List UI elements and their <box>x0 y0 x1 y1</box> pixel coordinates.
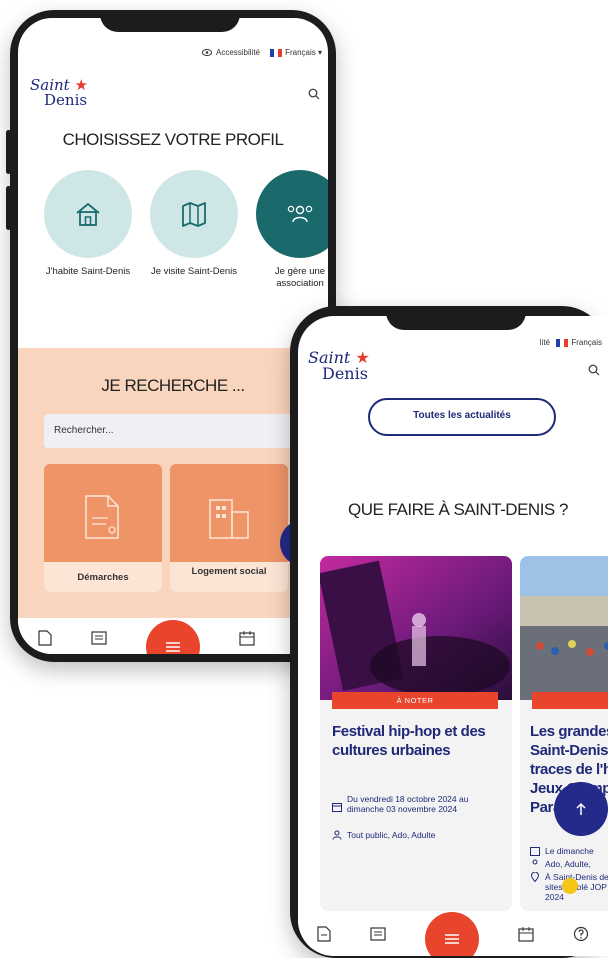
event-date-text: Du vendredi 18 octobre 2024 au dimanche … <box>347 794 469 814</box>
menu-icon <box>444 934 459 944</box>
french-flag-icon <box>556 338 569 347</box>
saint-denis-logo[interactable]: Saint ★ Denis <box>30 78 88 108</box>
language-selector[interactable]: Français <box>556 338 602 347</box>
event-date-text: Le dimanche <box>545 846 594 856</box>
tile-demarches[interactable]: Démarches <box>44 464 162 592</box>
map-icon <box>182 202 206 227</box>
event-photo <box>520 556 608 700</box>
menu-button[interactable] <box>145 620 200 654</box>
accessibility-link[interactable]: lité <box>540 338 550 347</box>
bottom-nav <box>298 912 608 956</box>
tile-logement-social[interactable]: Logement social <box>170 464 288 592</box>
arrow-up-icon <box>576 802 586 815</box>
help-icon[interactable] <box>573 926 589 942</box>
logo-line2: Denis <box>44 91 88 109</box>
profile-section-title: CHOISISSEZ VOTRE PROFIL <box>62 130 284 149</box>
phone-screen: lité Français Saint ★ Denis Toutes les a… <box>298 316 608 956</box>
eye-icon <box>201 49 212 56</box>
calendar-icon <box>530 847 540 856</box>
accessibility-link[interactable]: Accessibilité <box>201 48 260 57</box>
document-icon <box>85 495 119 539</box>
news-icon[interactable] <box>370 927 386 941</box>
group-icon <box>287 205 313 223</box>
event-audience: Ado, Adulte, <box>530 859 608 869</box>
search-input[interactable]: Rechercher... <box>44 414 314 448</box>
french-flag-icon <box>270 48 283 57</box>
profile-label: Je visite Saint-Denis <box>150 266 238 277</box>
phone-mockup-front: lité Français Saint ★ Denis Toutes les a… <box>290 306 608 958</box>
volume-button <box>6 130 11 174</box>
news-icon[interactable] <box>91 631 107 645</box>
tile-label: Démarches <box>44 562 162 592</box>
phone-screen: Accessibilité Français ▾ Saint ★ Denis C… <box>18 18 328 654</box>
house-icon <box>76 202 100 226</box>
event-audience-text: Tout public, Ado, Adulte <box>347 830 436 840</box>
calendar-icon[interactable] <box>518 926 534 942</box>
event-title[interactable]: Festival hip-hop et des cultures urbaine… <box>332 722 504 760</box>
menu-icon <box>165 642 180 652</box>
all-news-button[interactable]: Toutes les actualités <box>368 398 556 436</box>
document-icon[interactable] <box>37 630 52 646</box>
pin-icon <box>530 872 540 882</box>
event-date: Du vendredi 18 octobre 2024 au dimanche … <box>332 794 507 814</box>
profile-resident[interactable]: J'habite Saint-Denis <box>44 170 132 278</box>
event-audience: Tout public, Ado, Adulte <box>332 830 507 840</box>
calendar-icon <box>332 803 342 812</box>
search-icon[interactable] <box>588 364 600 376</box>
scroll-top-button[interactable] <box>554 782 608 836</box>
utility-bar: Accessibilité Français ▾ <box>18 44 328 64</box>
saint-denis-logo[interactable]: Saint ★ Denis <box>308 350 370 382</box>
phone-notch <box>386 306 526 330</box>
menu-button[interactable] <box>424 912 479 956</box>
search-section-title: JE RECHERCHE ... <box>101 376 245 395</box>
language-selector[interactable]: Français ▾ <box>270 48 322 57</box>
logo-line2: Denis <box>322 364 368 383</box>
event-tag <box>532 692 608 709</box>
cursor-dot <box>562 878 578 894</box>
event-card[interactable]: À NOTER Festival hip-hop et des cultures… <box>320 556 512 911</box>
event-tag: À NOTER <box>332 692 498 709</box>
bottom-nav <box>18 618 328 654</box>
building-icon <box>209 499 249 539</box>
document-icon[interactable] <box>317 926 331 942</box>
calendar-icon[interactable] <box>239 630 255 646</box>
profile-label: J'habite Saint-Denis <box>45 266 131 277</box>
volume-button <box>6 186 11 230</box>
phone-notch <box>100 10 240 32</box>
person-icon <box>332 830 342 840</box>
tile-label: Logement social <box>170 562 288 592</box>
event-card[interactable]: Les grandes Saint-Denis traces de l'h Je… <box>520 556 608 911</box>
search-placeholder: Rechercher... <box>54 425 114 436</box>
events-section-title: QUE FAIRE À SAINT-DENIS ? <box>348 500 568 519</box>
language-label: Français ▾ <box>285 48 322 57</box>
event-audience-text: Ado, Adulte, <box>545 859 591 869</box>
event-photo <box>320 556 512 700</box>
event-date: Le dimanche <box>530 846 608 856</box>
accessibility-label: lité <box>539 338 550 347</box>
language-label: Français <box>571 338 602 347</box>
phone-mockup-back: Accessibilité Français ▾ Saint ★ Denis C… <box>6 10 336 662</box>
search-icon[interactable] <box>308 88 320 100</box>
profile-label: Je gère une association <box>274 266 326 289</box>
profile-association[interactable]: Je gère une association <box>256 170 328 290</box>
person-icon <box>532 859 538 865</box>
accessibility-label: Accessibilité <box>215 48 260 57</box>
profile-visitor[interactable]: Je visite Saint-Denis <box>150 170 238 278</box>
